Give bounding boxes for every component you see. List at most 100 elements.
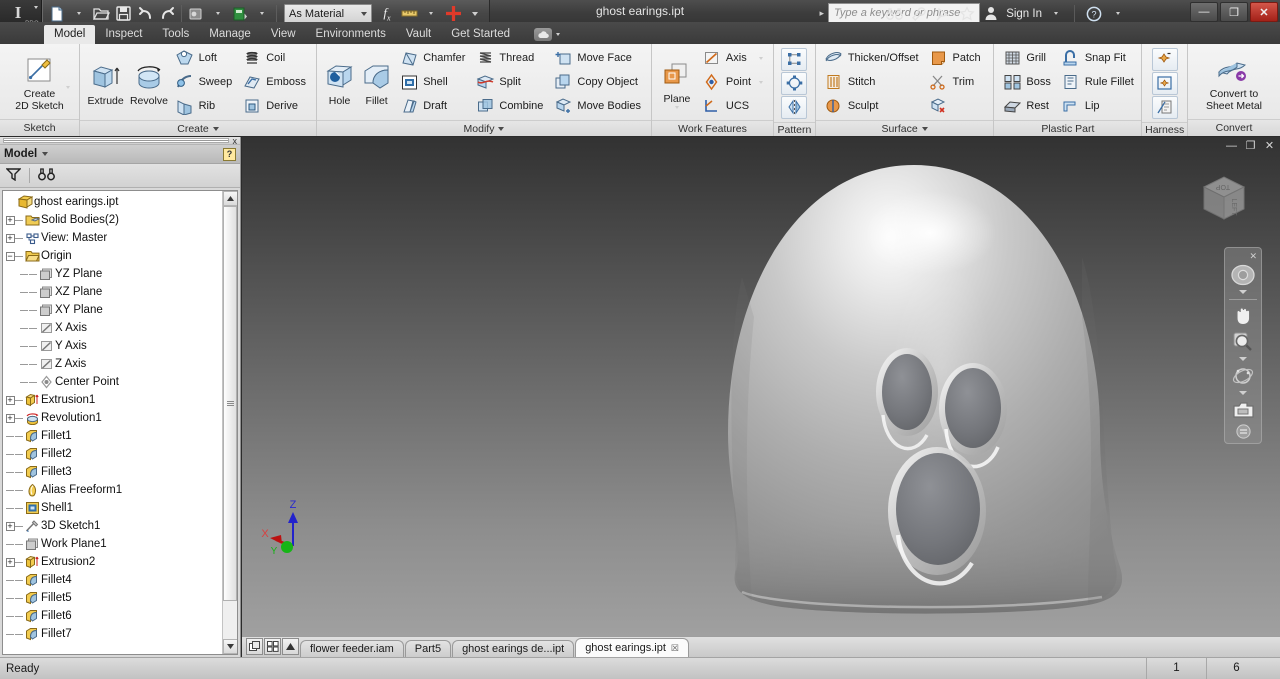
viewport-restore-button[interactable]: ❐: [1244, 139, 1257, 152]
tree-node-x-axis[interactable]: X Axis: [3, 319, 221, 337]
scroll-up-arrow-icon[interactable]: [222, 191, 237, 206]
wrench-icon[interactable]: [908, 3, 929, 24]
scroll-up-icon[interactable]: [282, 638, 299, 655]
orbit-icon[interactable]: [1228, 364, 1258, 388]
find-binoculars-icon[interactable]: [38, 167, 55, 184]
expand-plus-icon[interactable]: +: [5, 413, 15, 423]
browser-help-icon[interactable]: ?: [223, 147, 236, 161]
rectangular-pattern-icon[interactable]: [781, 47, 808, 71]
tab-view[interactable]: View: [261, 25, 306, 44]
minimize-button[interactable]: —: [1190, 2, 1218, 22]
browser-drag-grip[interactable]: x: [0, 136, 240, 146]
cloud-dropdown-caret[interactable]: [556, 33, 561, 36]
document-tab-ghost-earings[interactable]: ghost earings.ipt ☒: [575, 638, 689, 657]
convert-to-sheet-metal-button[interactable]: Convert to Sheet Metal: [1192, 51, 1276, 112]
ghost-3d-model[interactable]: [242, 137, 1280, 636]
tree-scrollbar[interactable]: [222, 191, 237, 654]
tree-expander[interactable]: +: [5, 553, 15, 571]
trim-button[interactable]: Trim: [927, 71, 985, 94]
viewport-minimize-button[interactable]: —: [1225, 139, 1238, 152]
tree-node-solid-bodies-2[interactable]: + Solid Bodies(2): [3, 211, 221, 229]
document-tab-part5[interactable]: Part5: [404, 640, 452, 657]
expand-plus-icon[interactable]: +: [5, 557, 15, 567]
loft-button[interactable]: Loft: [173, 47, 237, 70]
chevron-down-icon[interactable]: [42, 152, 49, 156]
tree-node-fillet4[interactable]: Fillet4: [3, 571, 221, 589]
tree-expander[interactable]: −: [5, 247, 15, 265]
axis-button[interactable]: Axis: [700, 47, 767, 70]
tab-environments[interactable]: Environments: [306, 25, 396, 44]
tree-node-alias-freeform1[interactable]: Alias Freeform1: [3, 481, 221, 499]
expand-plus-icon[interactable]: +: [5, 233, 15, 243]
create-2d-sketch-button[interactable]: Create 2D Sketch: [4, 51, 75, 112]
chevron-down-icon[interactable]: [759, 80, 763, 84]
patch-button[interactable]: Patch: [927, 47, 985, 70]
navbar-close-icon[interactable]: ✕: [1249, 252, 1257, 261]
tree-node-view-master[interactable]: + View: Master: [3, 229, 221, 247]
grill-button[interactable]: Grill: [1000, 47, 1054, 70]
tree-expander[interactable]: +: [5, 391, 15, 409]
viewcube[interactable]: TOP LEFT: [1192, 167, 1256, 231]
help-dropdown-caret[interactable]: [1107, 3, 1128, 24]
mirror-icon[interactable]: [781, 95, 808, 119]
tab-get-started[interactable]: Get Started: [441, 25, 520, 44]
chevron-down-icon[interactable]: [212, 126, 219, 131]
tab-vault[interactable]: Vault: [396, 25, 441, 44]
steering-wheel-icon[interactable]: [1228, 263, 1258, 287]
document-tab-ghost-earings-de[interactable]: ghost earings de...ipt: [452, 640, 575, 657]
pan-hand-icon[interactable]: [1228, 304, 1258, 328]
draft-button[interactable]: Draft: [397, 95, 469, 118]
tree-node-y-axis[interactable]: Y Axis: [3, 337, 221, 355]
move-face-button[interactable]: Move Face: [551, 47, 645, 70]
thread-button[interactable]: Thread: [473, 47, 547, 70]
chevron-down-icon[interactable]: [758, 56, 763, 60]
sign-in-label[interactable]: Sign In: [1006, 8, 1042, 20]
derive-button[interactable]: Derive: [240, 95, 310, 118]
create-pin-icon[interactable]: [1151, 71, 1178, 95]
hole-button[interactable]: Hole: [321, 58, 358, 107]
tab-tools[interactable]: Tools: [152, 25, 199, 44]
delete-face-button[interactable]: [927, 95, 985, 118]
tree-node-fillet1[interactable]: Fillet1: [3, 427, 221, 445]
tree-node-work-plane1[interactable]: Work Plane1: [3, 535, 221, 553]
cloud-icon[interactable]: [534, 28, 553, 41]
sweep-button[interactable]: Sweep: [173, 71, 237, 94]
chevron-down-icon[interactable]: [498, 126, 505, 131]
boss-button[interactable]: Boss: [1000, 71, 1054, 94]
extrude-button[interactable]: Extrude: [84, 58, 127, 107]
circular-pattern-icon[interactable]: [781, 71, 808, 95]
star-icon[interactable]: [956, 3, 977, 24]
tree-expander[interactable]: +: [5, 211, 15, 229]
chevron-down-icon[interactable]: [34, 6, 38, 21]
tree-node-center-point[interactable]: Center Point: [3, 373, 221, 391]
orbit-dropdown-caret[interactable]: [1239, 391, 1247, 395]
expand-plus-icon[interactable]: +: [5, 215, 15, 225]
revolve-button[interactable]: Revolve: [127, 58, 170, 107]
tree-node-origin[interactable]: − Origin: [3, 247, 221, 265]
harness-report-icon[interactable]: [1151, 95, 1178, 119]
rest-button[interactable]: Rest: [1000, 95, 1054, 118]
chevron-down-icon[interactable]: [66, 86, 70, 101]
rule-fillet-button[interactable]: Rule Fillet: [1059, 71, 1138, 94]
person-icon[interactable]: [980, 3, 1001, 24]
tab-manage[interactable]: Manage: [199, 25, 261, 44]
plane-button[interactable]: Plane: [656, 56, 698, 109]
expand-plus-icon[interactable]: +: [5, 395, 15, 405]
question-help-icon[interactable]: ?: [1083, 3, 1104, 24]
place-pin-icon[interactable]: [1151, 47, 1178, 71]
chevron-down-icon[interactable]: [921, 126, 928, 131]
point-button[interactable]: Point: [700, 71, 767, 94]
tree-node-fillet2[interactable]: Fillet2: [3, 445, 221, 463]
steering-wheel-dropdown-caret[interactable]: [1239, 290, 1247, 294]
tree-node-3d-sketch1[interactable]: +3D Sketch1: [3, 517, 221, 535]
filter-icon[interactable]: [5, 167, 22, 184]
emboss-button[interactable]: Emboss: [240, 71, 310, 94]
chevron-down-icon[interactable]: [361, 11, 367, 16]
tree-expander[interactable]: +: [5, 229, 15, 247]
tree-node-fillet7[interactable]: Fillet7: [3, 625, 221, 643]
tree-node-fillet5[interactable]: Fillet5: [3, 589, 221, 607]
chevron-down-icon[interactable]: [674, 105, 679, 109]
shell-button[interactable]: Shell: [397, 71, 469, 94]
maximize-button[interactable]: ❐: [1220, 2, 1248, 22]
ucs-button[interactable]: UCS: [700, 95, 767, 118]
